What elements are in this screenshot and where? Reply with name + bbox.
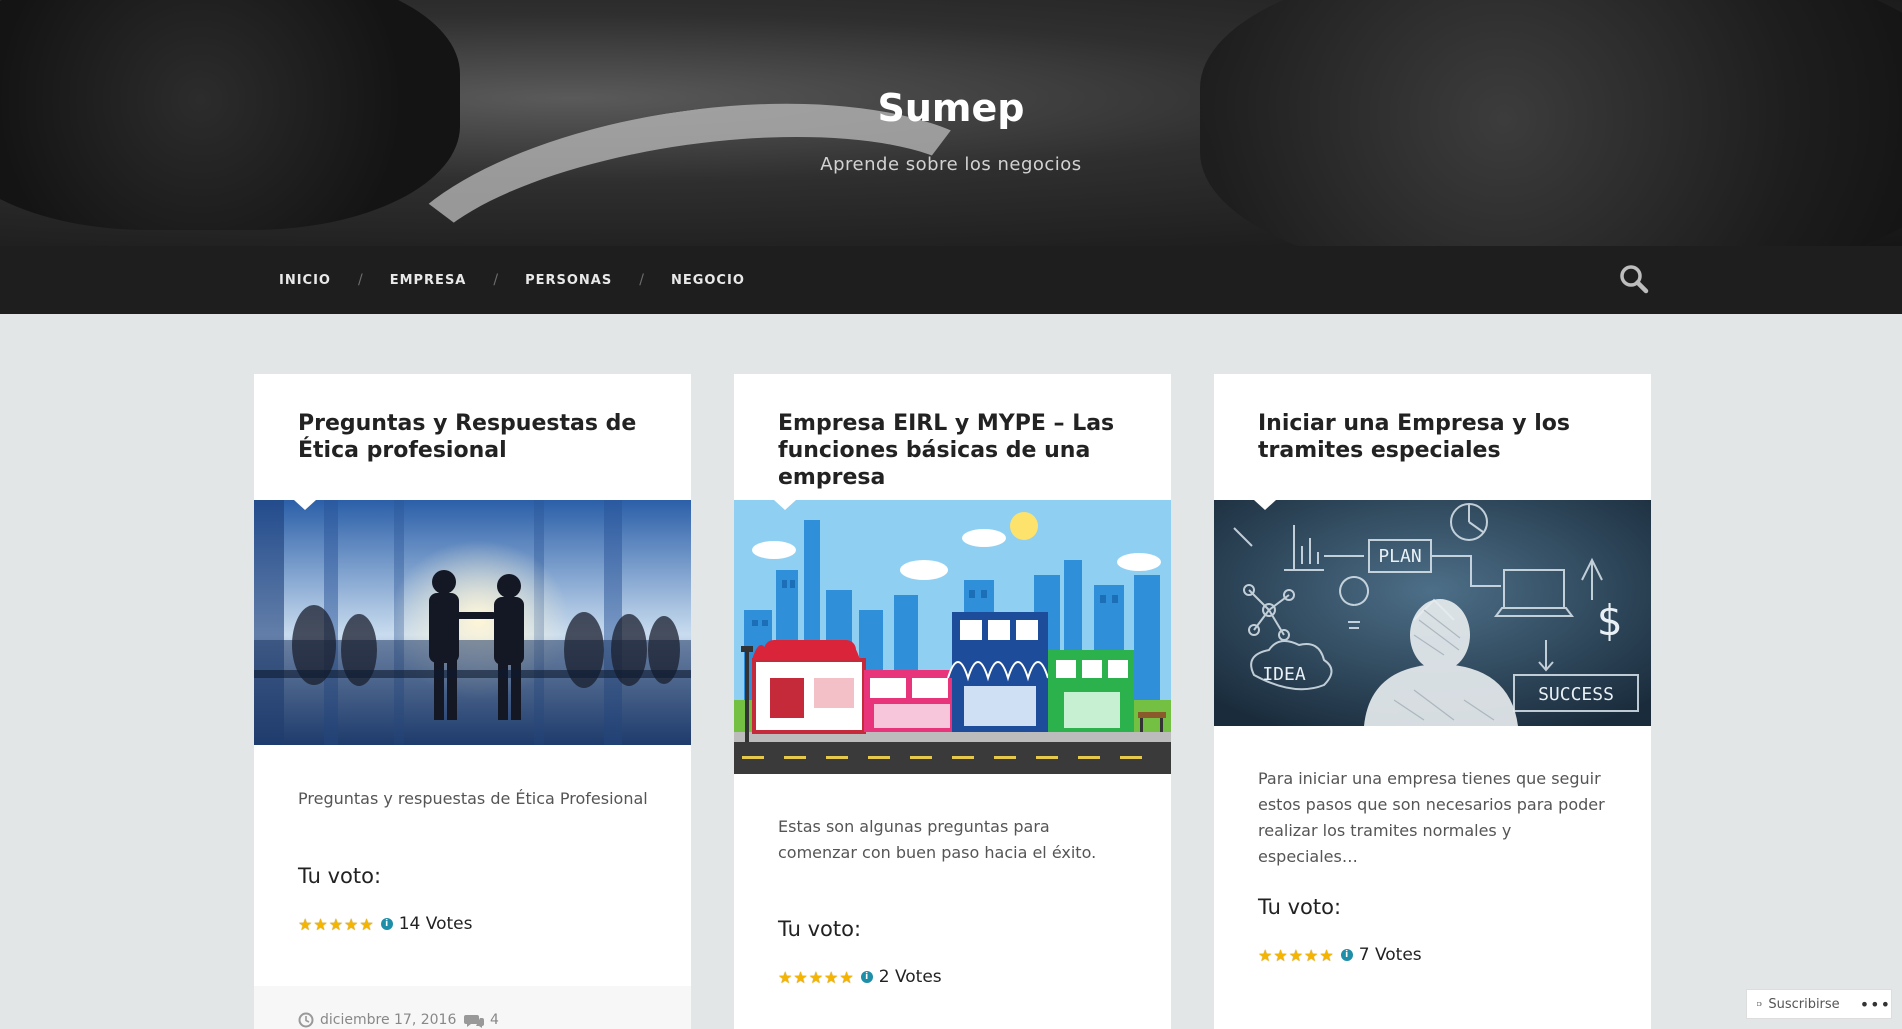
comments-link[interactable]: 4 [464, 1012, 499, 1028]
post-meta: diciembre 17, 2016 4 [254, 986, 691, 1029]
vote-label: Tu voto: [298, 864, 382, 888]
vote-label: Tu voto: [1258, 895, 1342, 919]
comment-icon [464, 1015, 484, 1028]
star-icon[interactable]: ★ [1258, 946, 1272, 965]
star-icon[interactable]: ★ [329, 915, 343, 934]
nav-item-negocio[interactable]: NEGOCIO [671, 273, 745, 288]
chalk-success-text: SUCCESS [1538, 684, 1614, 705]
thumbnail-notch [294, 500, 316, 510]
star-icon[interactable]: ★ [839, 968, 853, 987]
post-date-link[interactable]: diciembre 17, 2016 [298, 1012, 456, 1028]
nav-separator: / [493, 272, 499, 288]
vote-count: 2 Votes [878, 967, 942, 987]
star-icon[interactable]: ★ [1289, 946, 1303, 965]
post-thumbnail-chalkboard-plan[interactable]: PLAN IDEA SUCCESS $ [1214, 500, 1651, 726]
post-card: Empresa EIRL y MYPE – Las funciones bási… [734, 374, 1171, 1029]
star-icon[interactable]: ★ [809, 968, 823, 987]
star-icon[interactable]: ★ [1319, 946, 1333, 965]
star-icon[interactable]: ★ [344, 915, 358, 934]
post-title[interactable]: Preguntas y Respuestas de Ética profesio… [298, 410, 638, 464]
star-icon[interactable]: ★ [824, 968, 838, 987]
star-icon[interactable]: ★ [298, 915, 312, 934]
follow-icon [1757, 1001, 1763, 1007]
main-navigation: INICIO / EMPRESA / PERSONAS / NEGOCIO [0, 246, 1902, 314]
star-icon[interactable]: ★ [313, 915, 327, 934]
star-icon[interactable]: ★ [793, 968, 807, 987]
post-excerpt: Estas son algunas preguntas para comenza… [778, 817, 1097, 862]
more-options-icon[interactable]: ••• [1860, 995, 1891, 1014]
search-icon[interactable] [1619, 264, 1649, 294]
post-card: Preguntas y Respuestas de Ética profesio… [254, 374, 691, 1029]
chalk-dollar-text: $ [1596, 596, 1621, 645]
post-thumbnail-storefronts[interactable] [734, 500, 1171, 774]
star-rating[interactable]: ★ ★ ★ ★ ★ i 14 Votes [298, 914, 472, 934]
chalk-plan-text: PLAN [1378, 546, 1421, 567]
rating-stars[interactable]: ★ ★ ★ ★ ★ [778, 968, 855, 987]
site-title[interactable]: Sumep [0, 86, 1902, 130]
star-icon[interactable]: ★ [359, 915, 373, 934]
info-icon[interactable]: i [860, 971, 873, 983]
nav-item-personas[interactable]: PERSONAS [525, 273, 612, 288]
nav-separator: / [357, 272, 363, 288]
nav-item-inicio[interactable]: INICIO [279, 273, 331, 288]
subscribe-bar: Suscribirse ••• [1746, 989, 1892, 1019]
info-icon[interactable]: i [1340, 949, 1353, 961]
star-rating[interactable]: ★ ★ ★ ★ ★ i 2 Votes [778, 967, 942, 987]
thumbnail-notch [774, 500, 796, 510]
star-icon[interactable]: ★ [1273, 946, 1287, 965]
nav-separator: / [639, 272, 644, 288]
site-header: Sumep Aprende sobre los negocios [0, 0, 1902, 246]
rating-stars[interactable]: ★ ★ ★ ★ ★ [298, 915, 375, 934]
post-excerpt: Para iniciar una empresa tienes que segu… [1258, 769, 1605, 866]
nav-menu: INICIO / EMPRESA / PERSONAS / NEGOCIO [279, 246, 745, 314]
rating-stars[interactable]: ★ ★ ★ ★ ★ [1258, 946, 1335, 965]
post-excerpt: Preguntas y respuestas de Ética Profesio… [298, 789, 648, 808]
post-title[interactable]: Iniciar una Empresa y los tramites espec… [1258, 410, 1598, 464]
clock-icon [298, 1012, 314, 1028]
info-icon[interactable]: i [380, 918, 393, 930]
site-description: Aprende sobre los negocios [820, 154, 1082, 175]
star-rating[interactable]: ★ ★ ★ ★ ★ i 7 Votes [1258, 945, 1422, 965]
star-icon[interactable]: ★ [1304, 946, 1318, 965]
vote-count: 14 Votes [398, 914, 473, 934]
post-title[interactable]: Empresa EIRL y MYPE – Las funciones bási… [778, 410, 1118, 491]
subscribe-button[interactable]: Suscribirse [1768, 997, 1839, 1012]
star-icon[interactable]: ★ [778, 968, 792, 987]
nav-item-empresa[interactable]: EMPRESA [390, 273, 467, 288]
comment-count: 4 [490, 1012, 499, 1028]
post-card: Iniciar una Empresa y los tramites espec… [1214, 374, 1651, 1029]
post-date: diciembre 17, 2016 [320, 1012, 457, 1028]
chalk-idea-text: IDEA [1262, 664, 1306, 685]
post-thumbnail-business-handshake[interactable] [254, 500, 691, 745]
thumbnail-notch [1254, 500, 1276, 510]
vote-label: Tu voto: [778, 917, 862, 941]
vote-count: 7 Votes [1358, 945, 1422, 965]
